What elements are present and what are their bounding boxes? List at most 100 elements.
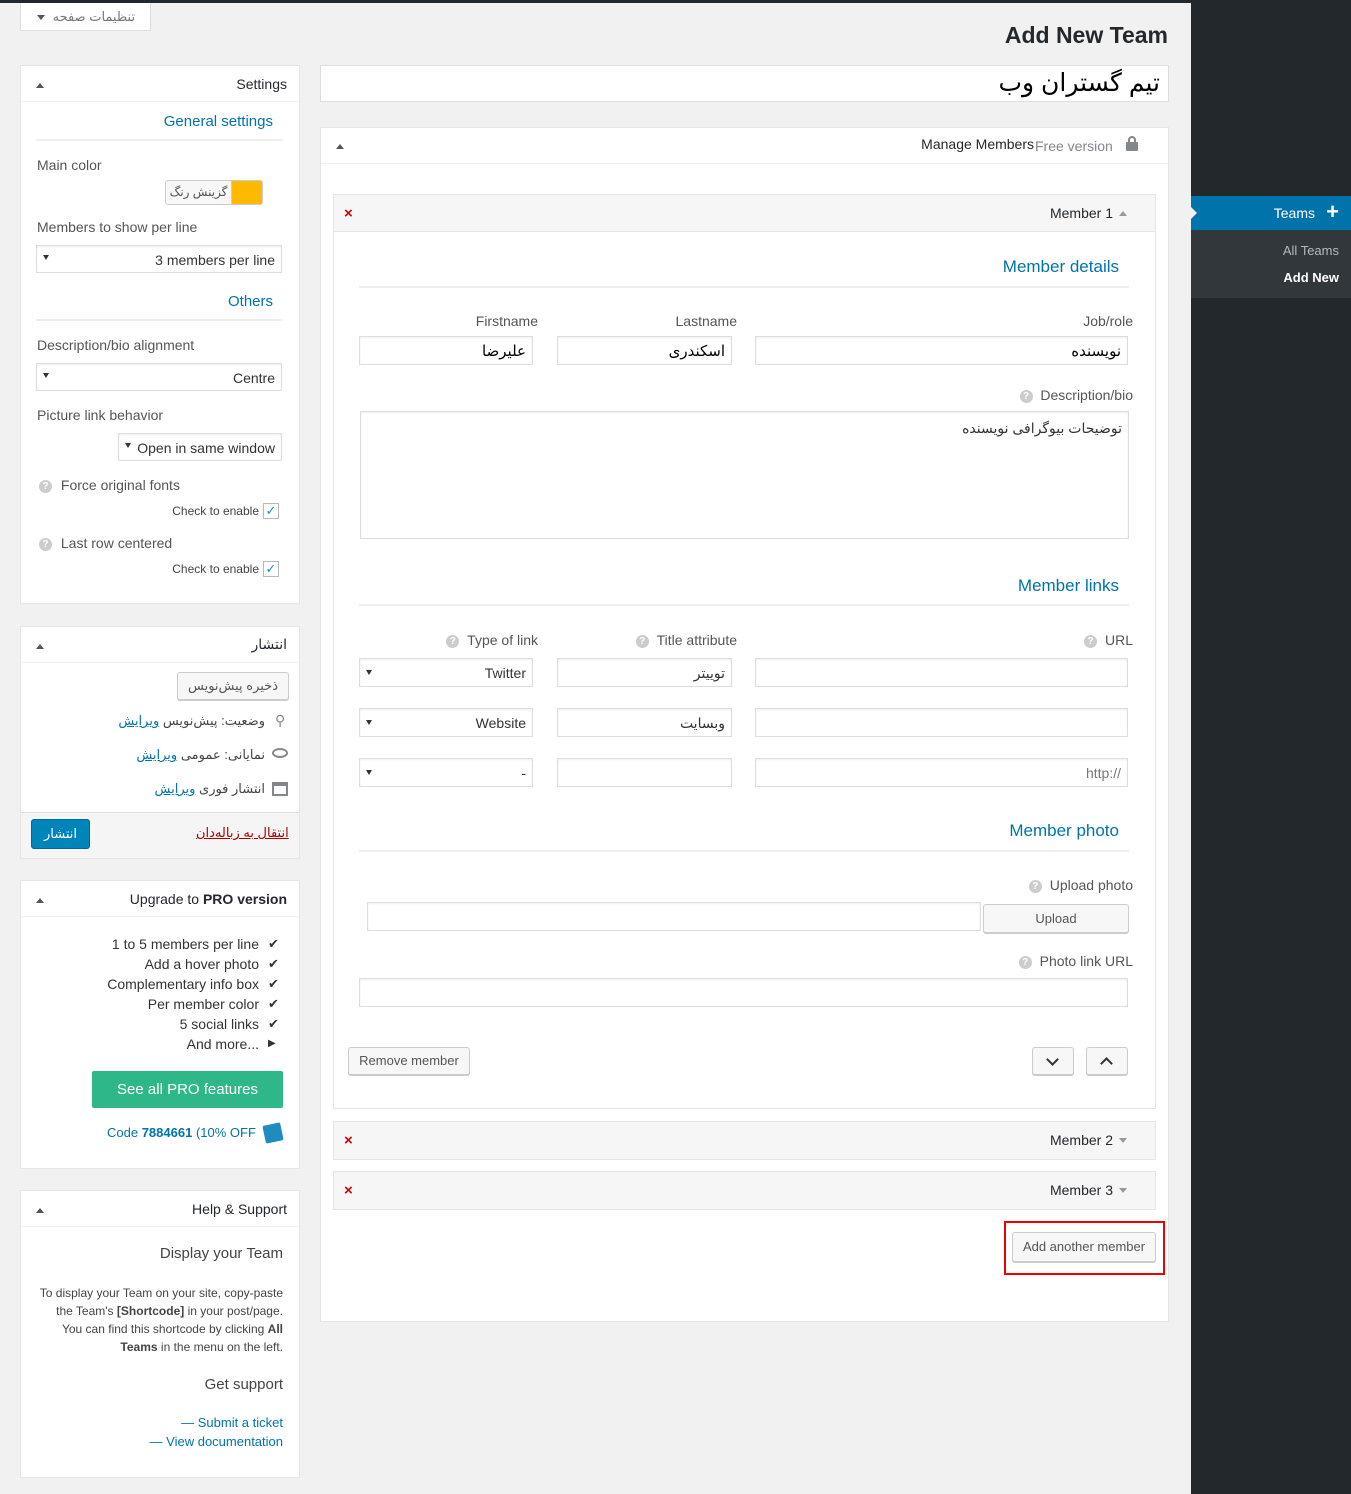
discount-code-value: 7884661 — [141, 1125, 193, 1140]
settings-header[interactable]: Settings — [21, 66, 299, 102]
member-3-header[interactable]: × Member 3 — [333, 1171, 1156, 1210]
discount-code-label: Code — [107, 1125, 139, 1140]
photo-link-input[interactable] — [359, 978, 1128, 1007]
desc-align-value: Centre — [232, 370, 275, 386]
help-icon[interactable]: ? — [446, 634, 460, 648]
see-pro-features-button[interactable]: See all PRO features — [92, 1071, 283, 1108]
calendar-icon — [272, 782, 288, 796]
title-attr-row: ? Title attribute — [635, 632, 737, 648]
link-url-input[interactable] — [755, 708, 1128, 737]
color-picker[interactable]: گزینش رنگ — [165, 180, 263, 205]
status-label: وضعیت: — [221, 713, 265, 728]
submit-ticket-link[interactable]: — Submit a ticket — [181, 1415, 283, 1430]
collapse-arrow-icon[interactable] — [36, 83, 44, 88]
feature-item: Complementary info box — [107, 976, 259, 992]
desc-align-select[interactable]: Centre — [36, 363, 282, 391]
help-text-bold: [Shortcode] — [116, 1304, 185, 1318]
lastname-input[interactable]: اسکندری — [557, 336, 732, 365]
description-textarea[interactable]: توضیحات بیوگرافی نویسنده — [360, 411, 1129, 539]
jobrole-input[interactable]: نویسنده — [755, 336, 1128, 365]
collapse-arrow-icon[interactable] — [1119, 211, 1127, 216]
collapse-arrow-icon[interactable] — [36, 644, 44, 649]
ticket-icon — [262, 1122, 284, 1144]
display-team-title: Display your Team — [159, 1245, 283, 1262]
member-2-header[interactable]: × Member 2 — [333, 1121, 1156, 1160]
link-title-input[interactable] — [557, 758, 732, 787]
force-fonts-checkbox[interactable]: ✓ — [263, 503, 279, 519]
view-docs-link[interactable]: — View documentation — [150, 1434, 283, 1449]
team-title-input[interactable]: تیم گستران وب — [320, 65, 1169, 102]
arrow-right-icon: ▶ — [268, 1038, 276, 1049]
check-icon: ✔ — [268, 996, 279, 1011]
last-row-check-label: Check to enable — [172, 562, 259, 576]
link-title-input[interactable]: وبسایت — [557, 708, 732, 737]
member-1-header[interactable]: × Member 1 — [333, 194, 1156, 232]
members-per-line-select[interactable]: 3 members per line — [36, 245, 282, 273]
members-per-line-value: 3 members per line — [155, 252, 275, 268]
help-icon[interactable]: ? — [635, 634, 649, 648]
add-another-member-button[interactable]: Add another member — [1012, 1232, 1156, 1262]
help-text-part: in your post/page. — [187, 1304, 283, 1318]
remove-member-button[interactable]: Remove member — [348, 1047, 470, 1075]
move-down-button[interactable] — [1032, 1047, 1074, 1075]
collapse-arrow-icon[interactable] — [36, 1208, 44, 1213]
save-draft-button[interactable]: ذخیره پیش‌نویس — [177, 672, 289, 700]
last-row-checkbox[interactable]: ✓ — [263, 561, 279, 577]
check-icon: ✔ — [268, 936, 279, 951]
help-icon[interactable]: ? — [39, 537, 52, 551]
type-of-link-row: ? Type of link — [446, 632, 538, 648]
link-type-select[interactable]: - — [359, 758, 533, 787]
submenu: All Teams Add New — [1191, 230, 1351, 298]
help-header[interactable]: Help & Support — [21, 1191, 299, 1227]
upload-button[interactable]: Upload — [983, 904, 1129, 933]
visibility-edit-link[interactable]: ویرایش — [136, 747, 177, 762]
member-details-title: Member details — [1002, 257, 1119, 276]
photo-url-input[interactable] — [367, 902, 981, 931]
submenu-add-new[interactable]: Add New — [1283, 270, 1339, 285]
link-url-input[interactable] — [755, 658, 1128, 687]
help-icon[interactable]: ? — [1028, 879, 1042, 893]
member-links-title: Member links — [1017, 576, 1119, 595]
status-edit-link[interactable]: ویرایش — [118, 713, 159, 728]
upgrade-header[interactable]: Upgrade to PRO version — [21, 881, 299, 917]
link-type-value: Twitter — [484, 665, 526, 681]
discount-code[interactable]: Code 7884661 (10% OFF — [107, 1125, 256, 1140]
firstname-input[interactable]: علیرضا — [359, 336, 533, 365]
title-attr-label: Title attribute — [656, 632, 737, 648]
expand-arrow-icon[interactable] — [1119, 1138, 1127, 1143]
publish-header[interactable]: انتشار — [21, 627, 299, 663]
move-up-button[interactable] — [1086, 1047, 1128, 1075]
link-type-select[interactable]: Twitter — [359, 658, 533, 687]
help-icon[interactable]: ? — [1019, 389, 1033, 403]
screen-options-label: تنظیمات صفحه — [52, 9, 136, 24]
remove-x-icon[interactable]: × — [344, 1182, 353, 1199]
help-text-part: the Team's — [56, 1304, 114, 1318]
help-icon[interactable]: ? — [1084, 634, 1098, 648]
help-icon[interactable]: ? — [39, 479, 52, 493]
remove-x-icon[interactable]: × — [344, 1132, 353, 1149]
submenu-all-teams[interactable]: All Teams — [1283, 243, 1339, 258]
publish-button[interactable]: انتشار — [31, 819, 90, 849]
collapse-arrow-icon[interactable] — [36, 898, 44, 903]
schedule-edit-link[interactable]: ویرایش — [155, 781, 196, 796]
menu-item-teams[interactable]: Teams + — [1191, 196, 1351, 230]
link-type-select[interactable]: Website — [359, 708, 533, 737]
remove-x-icon[interactable]: × — [344, 205, 353, 222]
help-text-line: To display your Team on your site, copy-… — [39, 1286, 283, 1300]
chevron-down-icon — [125, 443, 131, 448]
help-icon[interactable]: ? — [1018, 955, 1032, 969]
eye-icon — [272, 748, 288, 758]
link-title-input[interactable]: توییتر — [557, 658, 732, 687]
screen-options-toggle[interactable]: تنظیمات صفحه — [20, 3, 151, 31]
link-url-input[interactable]: http:// — [755, 758, 1128, 787]
upgrade-title: Upgrade to PRO version — [130, 891, 287, 907]
divider — [36, 319, 283, 321]
expand-arrow-icon[interactable] — [1119, 1188, 1127, 1193]
url-row: ? URL — [1084, 632, 1133, 648]
help-text-bold: Teams — [120, 1340, 158, 1354]
move-to-trash-link[interactable]: انتقال به زباله‌دان — [196, 825, 289, 841]
chevron-down-icon — [43, 255, 49, 260]
collapse-arrow-icon[interactable] — [336, 144, 344, 149]
picture-link-select[interactable]: Open in same window — [118, 433, 282, 461]
status-row: وضعیت: پیش‌نویس ویرایش — [118, 713, 265, 729]
